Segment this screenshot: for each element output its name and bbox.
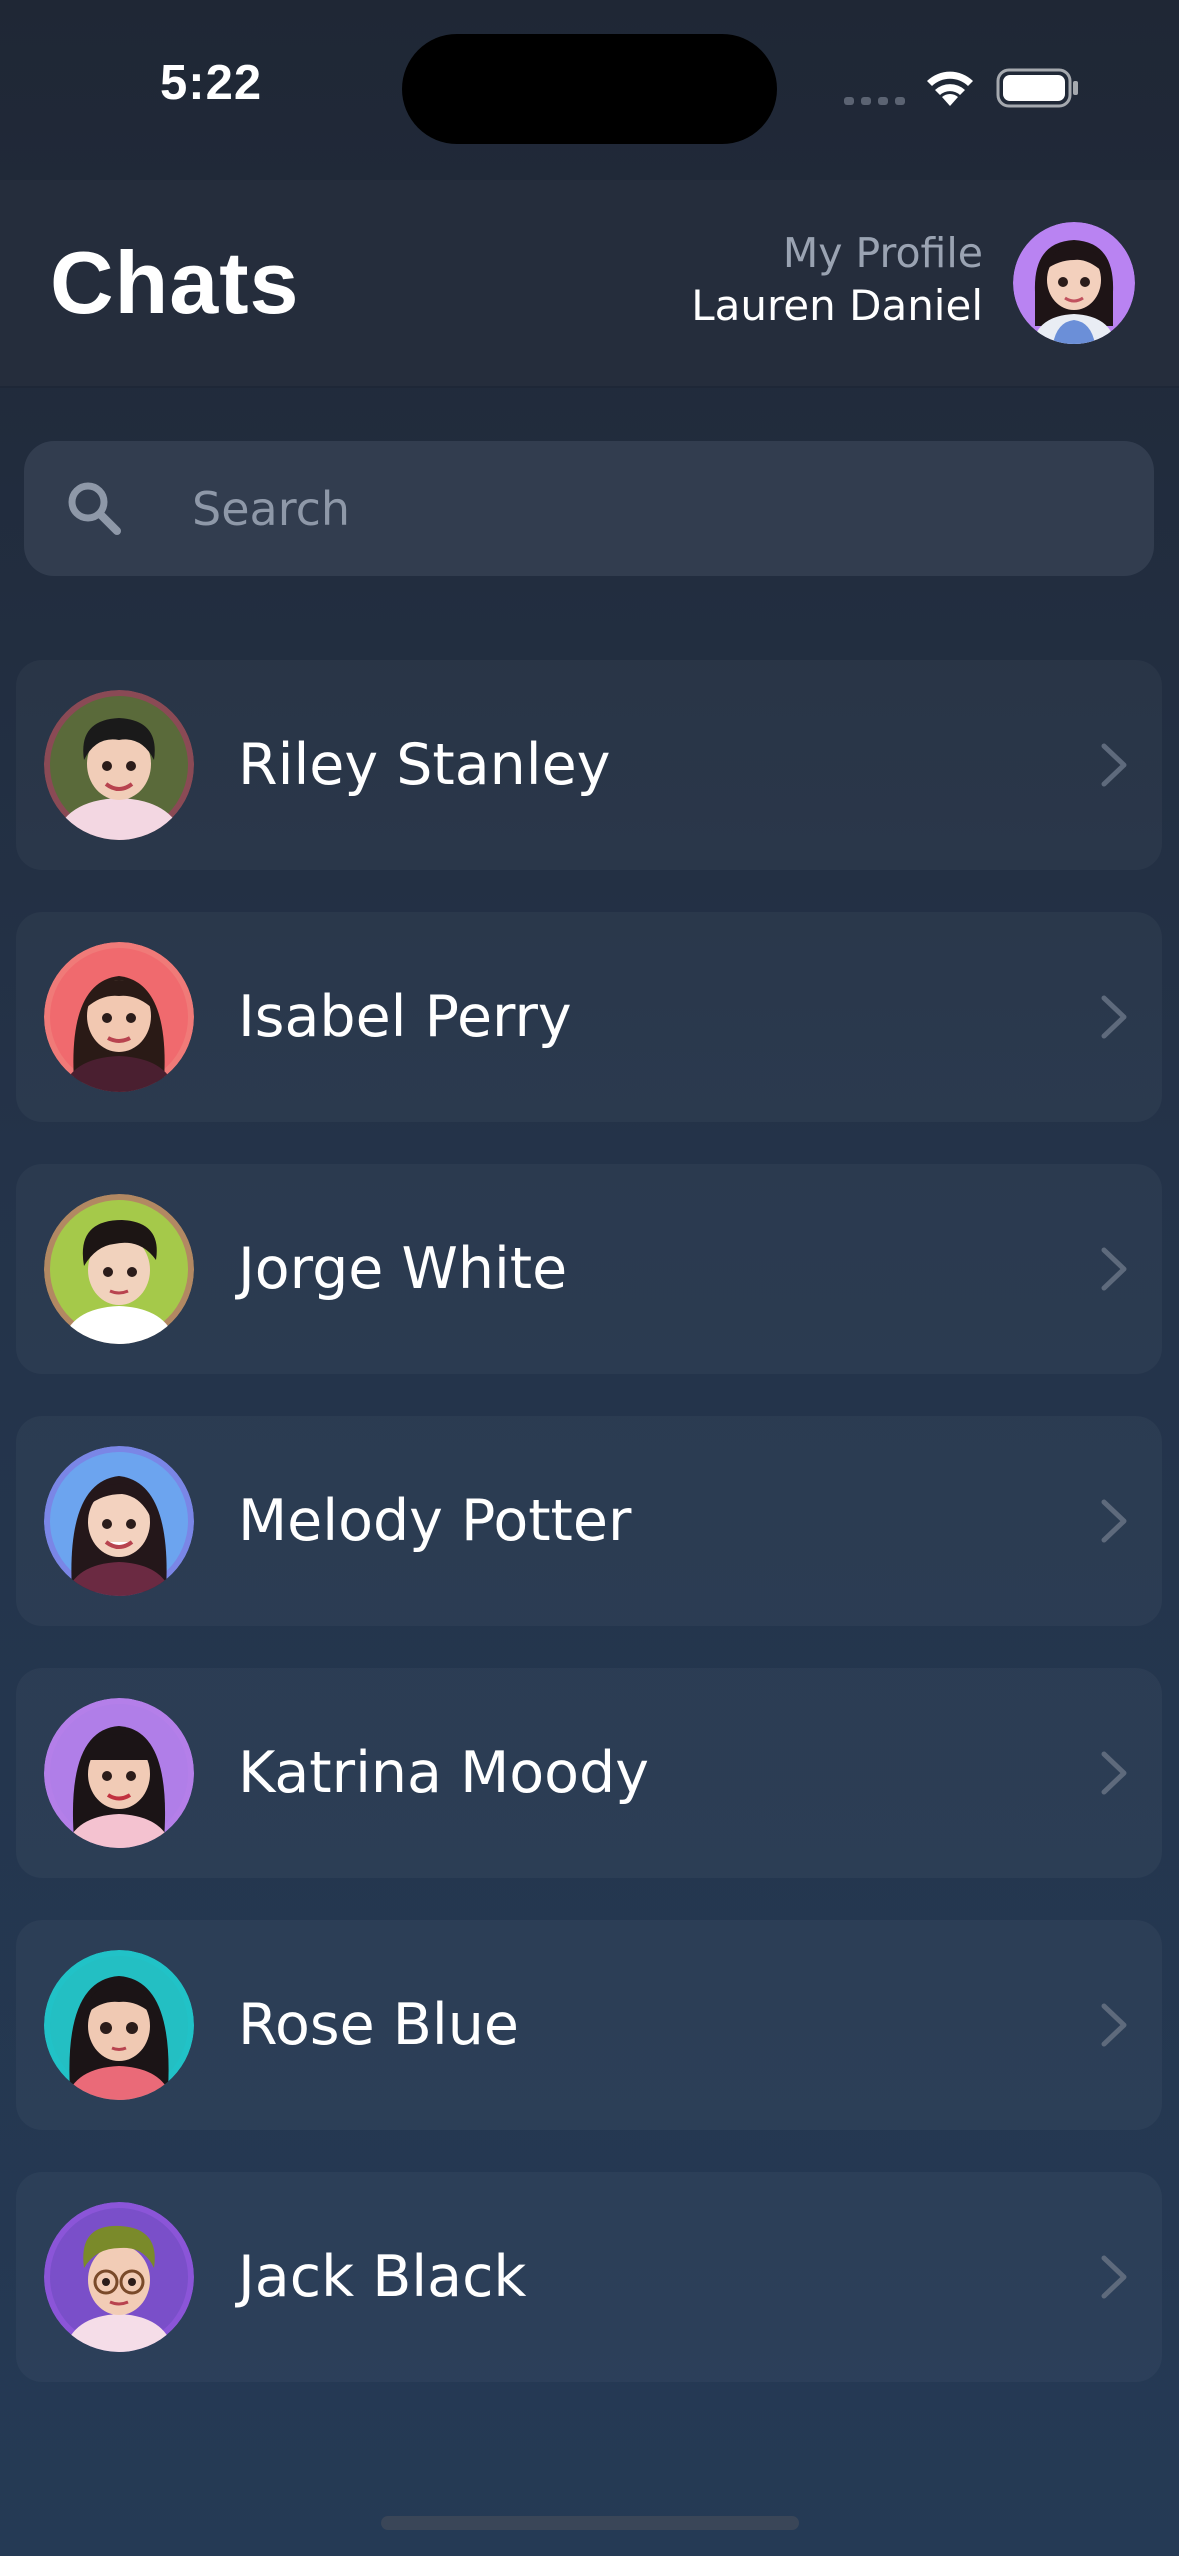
status-bar: 5:22 (0, 0, 1179, 180)
home-indicator[interactable] (381, 2516, 799, 2530)
avatar (44, 1194, 194, 1344)
search-icon (68, 482, 121, 535)
contact-name: Melody Potter (238, 1488, 632, 1554)
chevron-right-icon (1101, 1499, 1127, 1543)
status-time: 5:22 (160, 56, 263, 110)
search-input[interactable] (166, 441, 1126, 576)
avatar (44, 2202, 194, 2352)
profile-avatar[interactable] (1013, 222, 1135, 344)
chat-row[interactable]: Melody Potter (16, 1416, 1162, 1626)
chat-row[interactable]: Riley Stanley (16, 660, 1162, 870)
search-bar[interactable] (24, 441, 1154, 576)
my-profile-link[interactable]: My Profile Lauren Daniel (691, 228, 983, 334)
avatar-image (44, 1194, 194, 1344)
contact-name: Riley Stanley (238, 732, 611, 798)
contact-name: Katrina Moody (238, 1740, 649, 1806)
avatar (44, 942, 194, 1092)
avatar (44, 1950, 194, 2100)
chevron-right-icon (1101, 1751, 1127, 1795)
avatar-image (44, 942, 194, 1092)
chat-row[interactable]: Katrina Moody (16, 1668, 1162, 1878)
chevron-right-icon (1101, 2255, 1127, 2299)
contact-name: Jack Black (238, 2244, 527, 2310)
chat-list: Riley Stanley Isabel Perry Jorge White M… (16, 660, 1162, 2424)
contact-name: Rose Blue (238, 1992, 519, 2058)
chevron-right-icon (1101, 995, 1127, 1039)
profile-caption: My Profile (782, 229, 983, 277)
avatar-image (44, 1698, 194, 1848)
chat-row[interactable]: Jack Black (16, 2172, 1162, 2382)
avatar (44, 1698, 194, 1848)
avatar-image (44, 1446, 194, 1596)
chat-row[interactable]: Isabel Perry (16, 912, 1162, 1122)
profile-avatar-image (1013, 222, 1135, 344)
page-title: Chats (50, 233, 300, 332)
dynamic-island (402, 34, 777, 144)
chat-row[interactable]: Jorge White (16, 1164, 1162, 1374)
header: Chats My Profile Lauren Daniel (0, 180, 1179, 386)
chevron-right-icon (1101, 2003, 1127, 2047)
cellular-signal-icon (844, 97, 905, 105)
avatar-image (44, 2202, 194, 2352)
avatar (44, 1446, 194, 1596)
chevron-right-icon (1101, 743, 1127, 787)
chat-row[interactable]: Rose Blue (16, 1920, 1162, 2130)
chevron-right-icon (1101, 1247, 1127, 1291)
contact-name: Jorge White (238, 1236, 568, 1302)
avatar-image (44, 690, 194, 840)
wifi-icon (927, 71, 973, 106)
contact-name: Isabel Perry (238, 984, 572, 1050)
avatar-image (44, 1950, 194, 2100)
avatar (44, 690, 194, 840)
battery-icon (996, 68, 1078, 108)
profile-name: Lauren Daniel (691, 281, 983, 330)
